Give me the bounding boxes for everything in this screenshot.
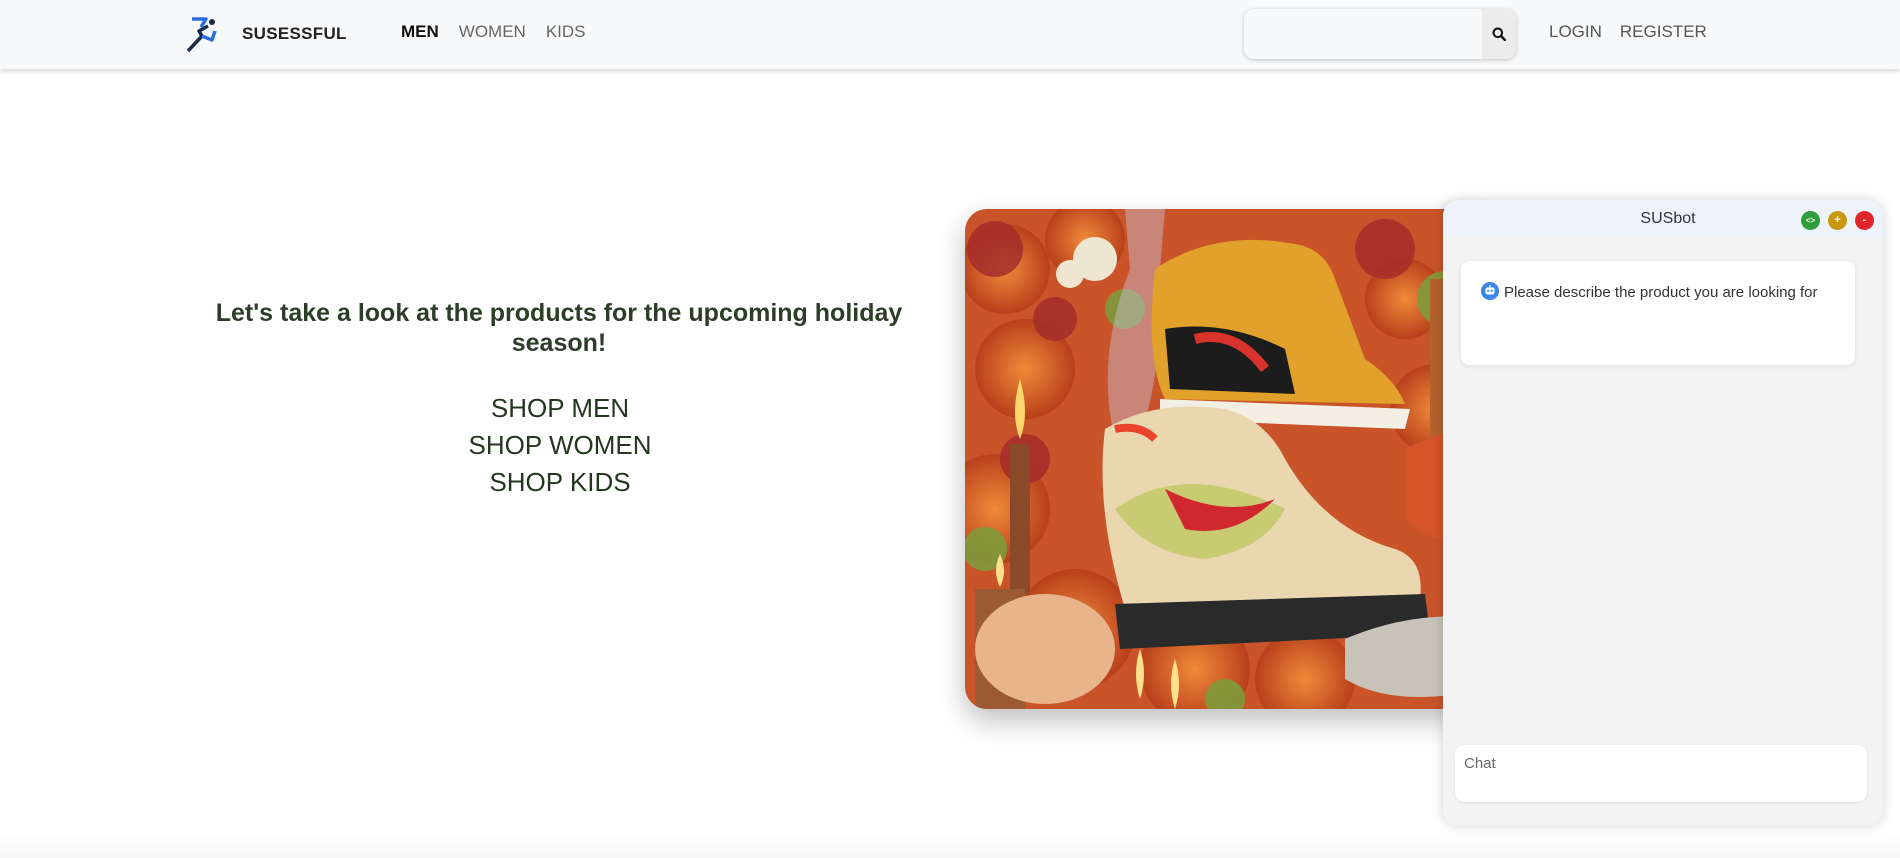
- bot-message: Please describe the product you are look…: [1461, 261, 1855, 365]
- auth-links: LOGIN REGISTER: [1549, 22, 1707, 42]
- register-link[interactable]: REGISTER: [1620, 22, 1707, 42]
- brand-home-link[interactable]: SUSESSFUL: [182, 14, 347, 54]
- nav-link-women[interactable]: WOMEN: [459, 22, 526, 42]
- chat-minimize-button[interactable]: -: [1855, 211, 1874, 230]
- robot-avatar-icon: [1481, 282, 1499, 300]
- nav-link-men[interactable]: MEN: [401, 22, 439, 42]
- shop-kids-link[interactable]: SHOP KIDS: [400, 464, 720, 501]
- navbar: SUSESSFUL MEN WOMEN KIDS LOGIN REGISTER: [0, 0, 1900, 69]
- brand-name: SUSESSFUL: [242, 24, 347, 43]
- search-box: [1244, 9, 1516, 59]
- chat-header: SUSbot <> + -: [1443, 200, 1883, 238]
- chat-input[interactable]: [1455, 745, 1867, 802]
- search-input[interactable]: [1244, 9, 1480, 59]
- search-icon: [1492, 27, 1506, 41]
- bot-message-text: Please describe the product you are look…: [1504, 284, 1818, 301]
- footer-shadow: [0, 830, 1900, 858]
- shop-men-link[interactable]: SHOP MEN: [400, 390, 720, 427]
- chat-code-button[interactable]: <>: [1801, 211, 1820, 230]
- search-button[interactable]: [1482, 9, 1516, 59]
- runner-logo-icon: [186, 17, 217, 53]
- shop-links: SHOP MEN SHOP WOMEN SHOP KIDS: [400, 390, 720, 501]
- hero-title: Let's take a look at the products for th…: [215, 299, 903, 357]
- shop-women-link[interactable]: SHOP WOMEN: [400, 427, 720, 464]
- main-nav: MEN WOMEN KIDS: [401, 22, 586, 42]
- chat-maximize-button[interactable]: +: [1828, 211, 1847, 230]
- chatbot-widget: SUSbot <> + - Please describe the produc…: [1443, 200, 1883, 826]
- nav-link-kids[interactable]: KIDS: [546, 22, 586, 42]
- sneakers-on-flowers-photo: [965, 209, 1485, 709]
- login-link[interactable]: LOGIN: [1549, 22, 1602, 42]
